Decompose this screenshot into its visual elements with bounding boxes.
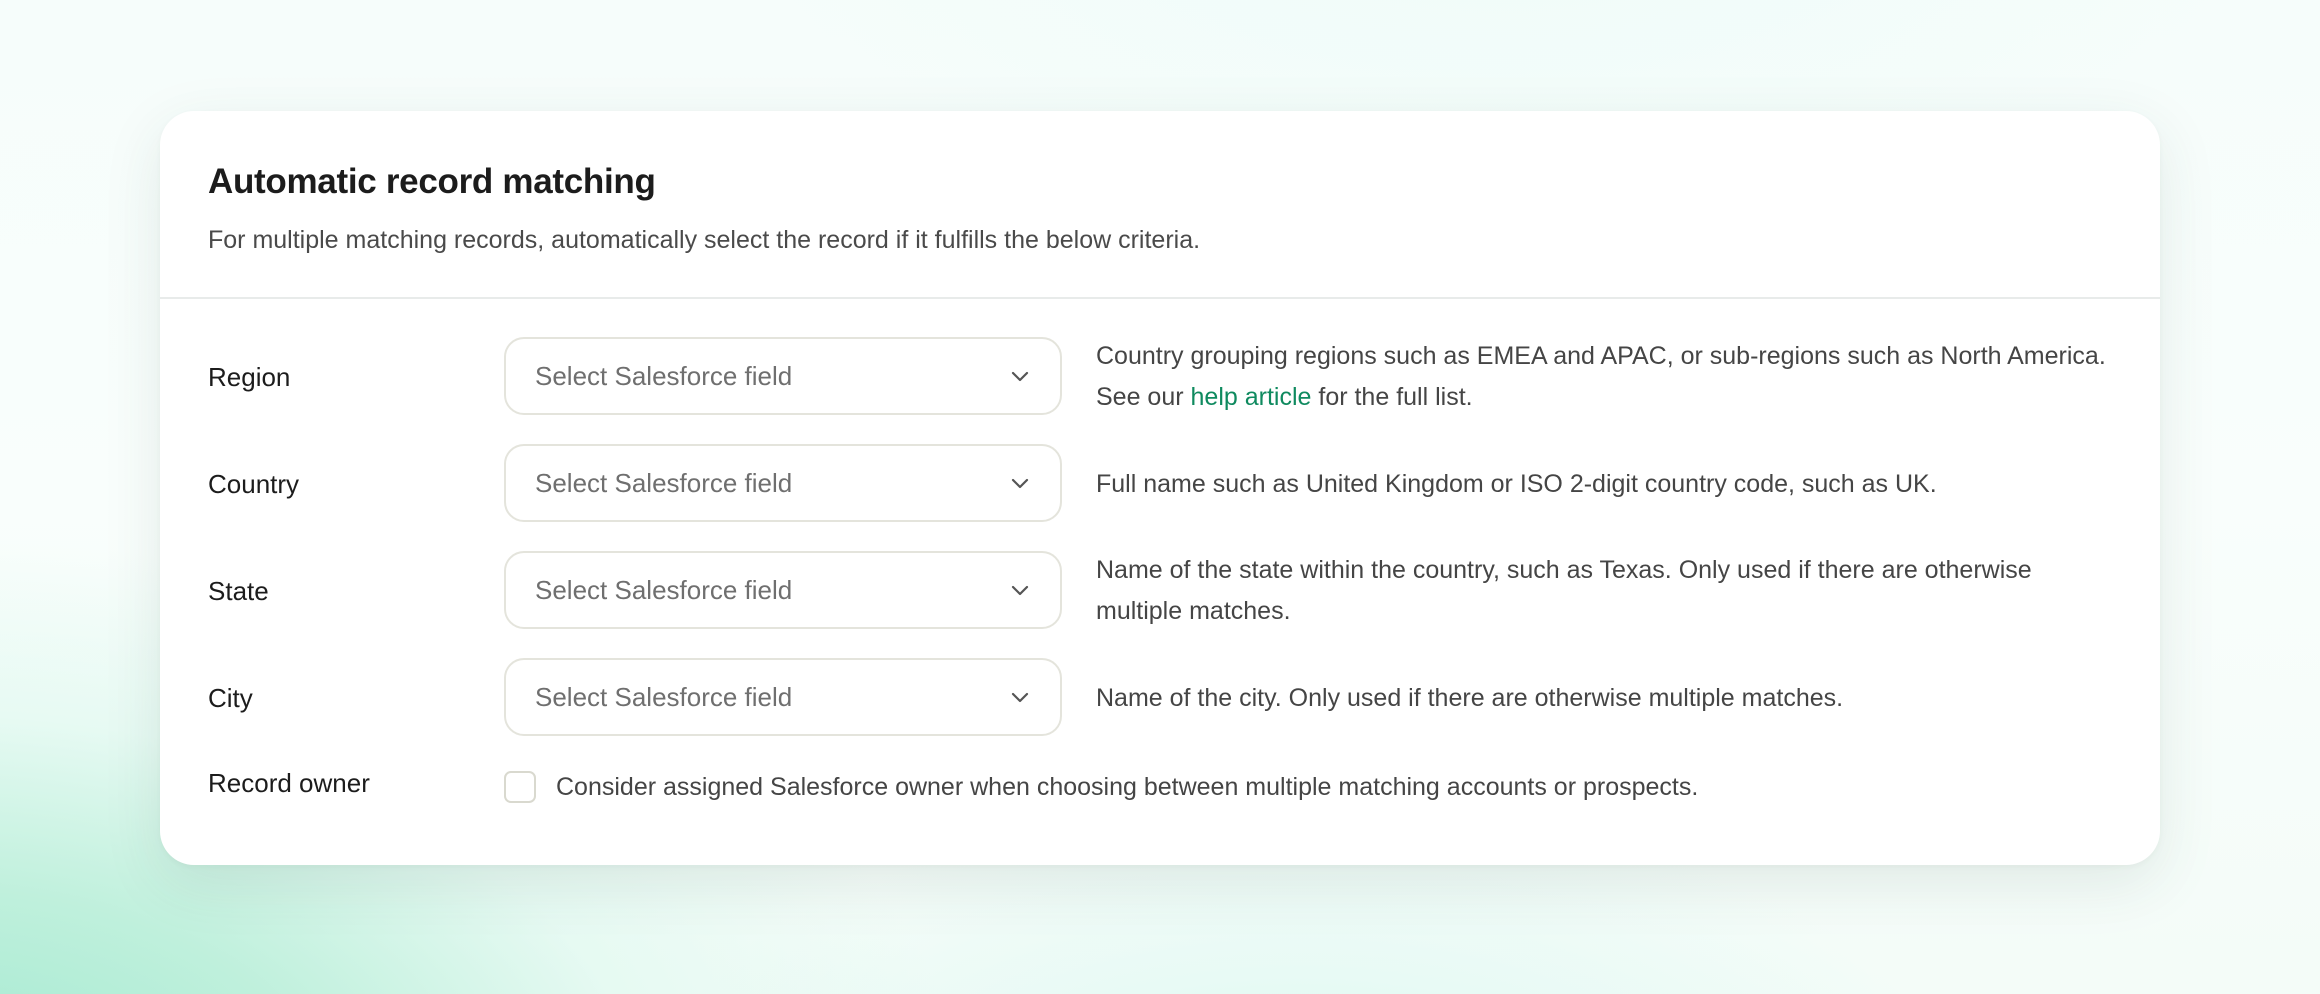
select-placeholder: Select Salesforce field (535, 468, 793, 498)
field-description-country: Full name such as United Kingdom or ISO … (1096, 469, 1937, 498)
record-owner-label: Record owner (208, 768, 370, 798)
field-row-state: State Select Salesforce field Name of th… (208, 551, 2112, 631)
select-placeholder: Select Salesforce field (535, 361, 793, 391)
region-select[interactable]: Select Salesforce field (504, 337, 1062, 415)
country-select[interactable]: Select Salesforce field (504, 444, 1062, 522)
field-description-state: Name of the state within the country, su… (1096, 556, 2032, 625)
card-header: Automatic record matching For multiple m… (160, 111, 2160, 299)
select-placeholder: Select Salesforce field (535, 682, 793, 712)
record-matching-card: Automatic record matching For multiple m… (160, 111, 2160, 865)
field-label-state: State (208, 576, 269, 606)
field-row-city: City Select Salesforce field Name of the… (208, 658, 2112, 738)
field-label-country: Country (208, 469, 300, 499)
chevron-down-icon (1011, 478, 1029, 489)
field-label-region: Region (208, 362, 291, 392)
record-owner-checkbox-label[interactable]: Consider assigned Salesforce owner when … (556, 767, 1698, 807)
record-owner-checkbox[interactable] (504, 771, 536, 803)
chevron-down-icon (1011, 371, 1029, 382)
select-placeholder: Select Salesforce field (535, 575, 793, 605)
record-owner-row: Record owner Consider assigned Salesforc… (208, 763, 2112, 823)
help-article-link[interactable]: help article (1191, 383, 1312, 411)
field-row-country: Country Select Salesforce field Full nam… (208, 444, 2112, 524)
field-row-region: Region Select Salesforce field Country g… (208, 337, 2112, 417)
field-description-city: Name of the city. Only used if there are… (1096, 683, 1844, 712)
chevron-down-icon (1011, 585, 1029, 596)
card-subtitle: For multiple matching records, automatic… (208, 226, 1201, 254)
card-title: Automatic record matching (208, 162, 656, 201)
field-description-region: Country grouping regions such as EMEA an… (1096, 337, 2112, 417)
state-select[interactable]: Select Salesforce field (504, 551, 1062, 629)
description-text: for the full list. (1311, 383, 1473, 411)
city-select[interactable]: Select Salesforce field (504, 658, 1062, 736)
field-label-city: City (208, 683, 253, 713)
chevron-down-icon (1011, 692, 1029, 703)
